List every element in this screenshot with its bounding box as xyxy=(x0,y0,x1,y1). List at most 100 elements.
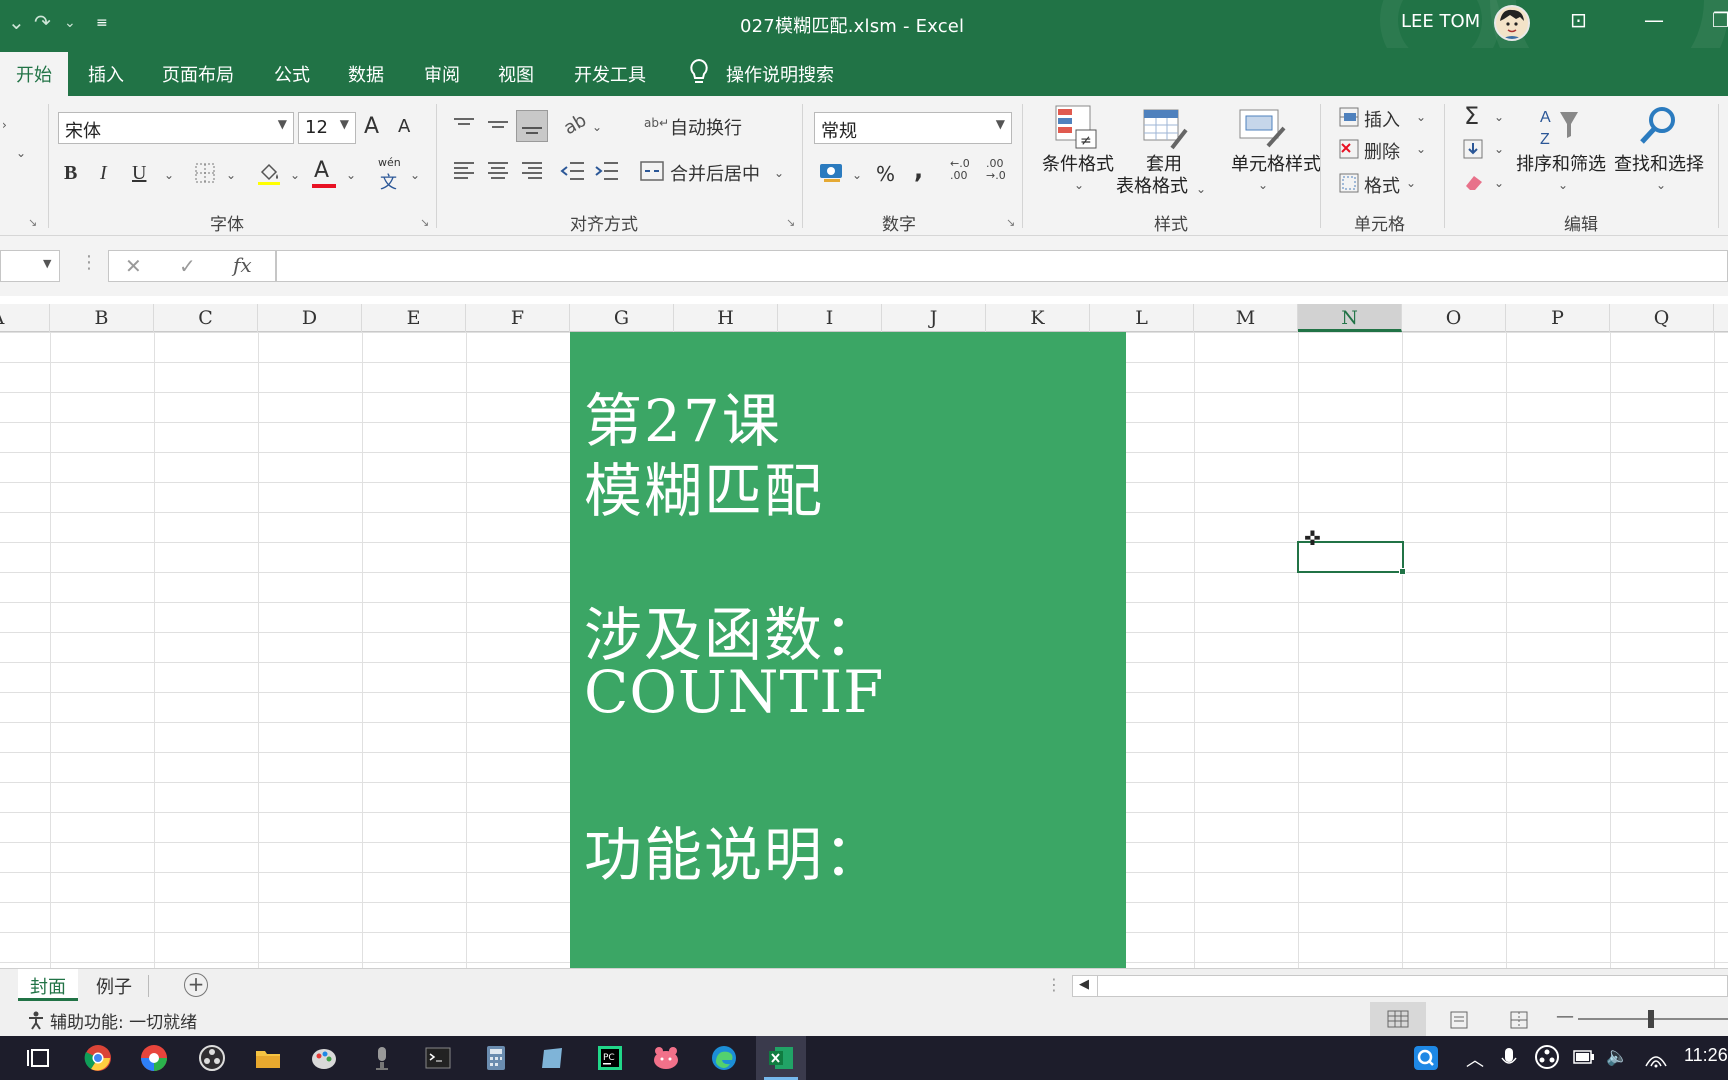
tab-data[interactable]: 数据 xyxy=(348,61,384,87)
column-header-j[interactable]: J xyxy=(882,304,986,332)
obs-icon[interactable] xyxy=(198,1044,226,1072)
column-header-i[interactable]: I xyxy=(778,304,882,332)
conditional-formatting-icon[interactable]: ≠ xyxy=(1054,104,1098,150)
avatar[interactable] xyxy=(1494,5,1530,41)
column-header-h[interactable]: H xyxy=(674,304,778,332)
find-select-icon[interactable] xyxy=(1636,104,1680,148)
merge-dropdown-icon[interactable]: ⌄ xyxy=(774,166,784,180)
column-header-n[interactable]: N xyxy=(1298,304,1402,332)
volume-icon[interactable]: 🔈 xyxy=(1606,1046,1628,1067)
tell-me-search[interactable]: 操作说明搜索 xyxy=(726,61,834,87)
bold-button[interactable]: B xyxy=(64,162,77,185)
sort-filter-button[interactable]: 排序和筛选 xyxy=(1514,154,1608,176)
clear-dropdown-icon[interactable]: ⌄ xyxy=(1494,176,1504,190)
redo-dropdown-icon[interactable]: ⌄ xyxy=(64,15,76,31)
underline-dropdown-icon[interactable]: ⌄ xyxy=(164,168,174,182)
minimize-icon[interactable]: — xyxy=(1644,8,1664,32)
fill-handle[interactable] xyxy=(1399,568,1406,575)
number-format-combo[interactable]: 常规 ▼ xyxy=(814,112,1012,144)
font-color-dropdown-icon[interactable]: ⌄ xyxy=(346,168,356,182)
column-header-g[interactable]: G xyxy=(570,304,674,332)
underline-button[interactable]: U xyxy=(132,162,146,185)
font-name-combo[interactable]: 宋体 ▼ xyxy=(58,112,294,144)
taskbar-clock[interactable]: 11:26 xyxy=(1684,1045,1728,1066)
notes-app-icon[interactable] xyxy=(538,1044,566,1072)
accessibility-status[interactable]: 辅助功能: 一切就绪 xyxy=(50,1008,197,1033)
align-top-icon[interactable] xyxy=(452,116,476,134)
merge-center-button[interactable]: 合并后居中 xyxy=(670,160,760,186)
fill-color-dropdown-icon[interactable]: ⌄ xyxy=(290,168,300,182)
italic-button[interactable]: I xyxy=(100,162,107,185)
align-bottom-button[interactable] xyxy=(516,110,548,142)
comma-style-button[interactable]: , xyxy=(914,156,923,184)
terminal-icon[interactable] xyxy=(424,1044,452,1072)
insert-cells-button[interactable]: 插入 xyxy=(1364,106,1400,132)
phonetic-guide-button[interactable]: 文 xyxy=(380,168,397,193)
tab-insert[interactable]: 插入 xyxy=(88,61,124,87)
colorful-app-icon[interactable] xyxy=(140,1044,168,1072)
paint-icon[interactable] xyxy=(310,1044,338,1072)
tray-overflow-icon[interactable]: ︿ xyxy=(1466,1046,1484,1072)
qq-tray-icon[interactable] xyxy=(1412,1044,1440,1072)
format-dropdown-icon[interactable]: ⌄ xyxy=(1406,176,1416,190)
column-header-q[interactable]: Q xyxy=(1610,304,1714,332)
microphone-app-icon[interactable] xyxy=(368,1044,396,1072)
font-size-combo[interactable]: 12 ▼ xyxy=(298,112,356,144)
tab-review[interactable]: 审阅 xyxy=(424,61,460,87)
scroll-left-icon[interactable]: ◀ xyxy=(1079,977,1089,992)
battery-icon[interactable] xyxy=(1572,1048,1596,1066)
column-header-f[interactable]: F xyxy=(466,304,570,332)
fill-color-icon[interactable] xyxy=(256,160,282,186)
orientation-dropdown-icon[interactable]: ⌄ xyxy=(592,120,602,134)
find-select-button[interactable]: 查找和选择 xyxy=(1612,154,1706,176)
wrap-text-button[interactable]: 自动换行 xyxy=(670,114,742,140)
phonetic-dropdown-icon[interactable]: ⌄ xyxy=(410,168,420,182)
cell-styles-dropdown-icon[interactable]: ⌄ xyxy=(1258,178,1268,192)
accounting-dropdown-icon[interactable]: ⌄ xyxy=(852,168,862,182)
column-header-m[interactable]: M xyxy=(1194,304,1298,332)
fill-down-icon[interactable] xyxy=(1462,138,1484,160)
format-as-table-line1[interactable]: 套用 xyxy=(1126,154,1202,176)
align-center-icon[interactable] xyxy=(486,160,510,182)
page-break-view-icon[interactable] xyxy=(1508,1010,1530,1030)
tab-developer[interactable]: 开发工具 xyxy=(574,61,646,87)
insert-function-button[interactable]: fx xyxy=(233,253,252,277)
cell-styles-icon[interactable] xyxy=(1238,108,1286,150)
font-color-button[interactable]: A xyxy=(314,158,329,183)
autosum-button[interactable]: Σ xyxy=(1464,102,1479,130)
cover-block[interactable]: 第27课 模糊匹配 涉及函数： COUNTIF 功能说明： xyxy=(570,332,1126,968)
grow-font-button[interactable]: A xyxy=(364,114,379,139)
wifi-icon[interactable] xyxy=(1644,1046,1668,1068)
add-sheet-button[interactable]: + xyxy=(184,973,208,997)
delete-dropdown-icon[interactable]: ⌄ xyxy=(1416,142,1426,156)
cancel-entry-button[interactable]: ✕ xyxy=(125,254,142,278)
find-select-dropdown-icon[interactable]: ⌄ xyxy=(1656,178,1666,192)
align-left-icon[interactable] xyxy=(452,160,476,182)
clear-eraser-icon[interactable] xyxy=(1462,172,1486,192)
chevron-down-icon[interactable]: ▼ xyxy=(996,117,1005,131)
microphone-tray-icon[interactable] xyxy=(1500,1046,1518,1070)
ribbon-display-options-icon[interactable]: ⊡ xyxy=(1570,8,1587,32)
column-header-k[interactable]: K xyxy=(986,304,1090,332)
align-right-icon[interactable] xyxy=(520,160,544,182)
name-box[interactable]: ▼ xyxy=(0,250,60,282)
increase-decimal-button[interactable]: ←.0 .00 xyxy=(950,158,978,186)
sort-filter-icon[interactable]: A Z xyxy=(1538,104,1582,148)
format-table-dropdown-icon[interactable]: ⌄ xyxy=(1196,182,1206,196)
horizontal-scrollbar[interactable]: ◀ xyxy=(1072,975,1728,997)
enter-entry-button[interactable]: ✓ xyxy=(179,254,196,278)
decrease-decimal-button[interactable]: .00 →.0 xyxy=(986,158,1014,186)
cute-app-icon[interactable] xyxy=(652,1044,680,1072)
format-as-table-button[interactable]: 表格格式 xyxy=(1112,176,1192,198)
column-header-b[interactable]: B xyxy=(50,304,154,332)
accessibility-icon[interactable] xyxy=(26,1010,46,1030)
column-header-l[interactable]: L xyxy=(1090,304,1194,332)
orientation-icon[interactable]: ab xyxy=(560,110,590,139)
pycharm-icon[interactable]: PC xyxy=(596,1044,624,1072)
zoom-out-icon[interactable]: — xyxy=(1556,1006,1574,1027)
undo-dropdown-icon[interactable]: ⌄ xyxy=(8,10,25,34)
tab-view[interactable]: 视图 xyxy=(498,61,534,87)
number-launcher-icon[interactable]: ↘ xyxy=(1006,216,1015,229)
normal-view-button[interactable] xyxy=(1370,1002,1426,1036)
column-header-o[interactable]: O xyxy=(1402,304,1506,332)
